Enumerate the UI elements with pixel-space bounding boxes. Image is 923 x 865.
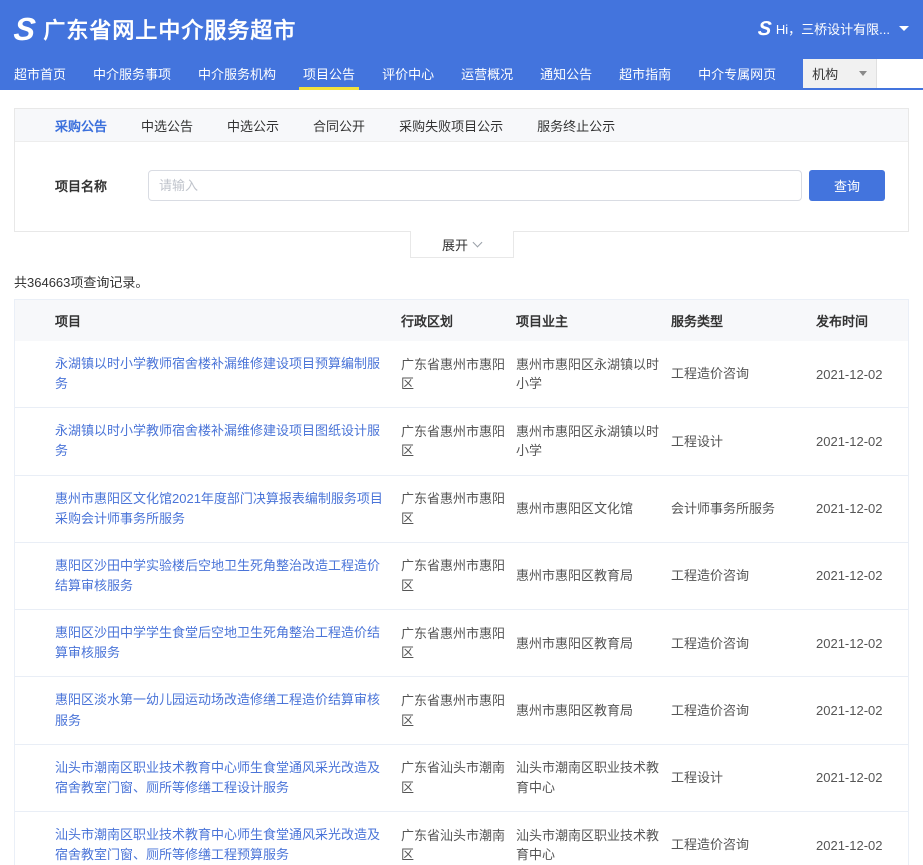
top-header: S 广东省网上中介服务超市 S Hi，三桥设计有限... [0,0,923,57]
search-filter: 项目名称 查询 [15,142,908,231]
chevron-down-icon [899,26,909,31]
nav-item-guide[interactable]: 超市指南 [619,57,671,90]
type-cell: 工程设计 [671,432,816,452]
region-cell: 广东省惠州市惠阳区 [401,355,516,394]
type-cell: 工程造价咨询 [671,364,816,384]
region-cell: 广东省汕头市潮南区 [401,758,516,797]
nav-items: 超市首页 中介服务事项 中介服务机构 项目公告 评价中心 运营概况 通知公告 超… [14,57,803,90]
table-row: 惠州市惠阳区文化馆2021年度部门决算报表编制服务项目采购会计师事务所服务 广东… [15,475,908,542]
expand-wrap: 展开 [0,232,923,258]
project-link[interactable]: 汕头市潮南区职业技术教育中心师生食堂通风采光改造及宿舍教室门窗、厕所等修缮工程预… [55,827,380,862]
owner-cell: 惠州市惠阳区教育局 [516,634,671,654]
date-cell: 2021-12-02 [816,434,908,449]
date-cell: 2021-12-02 [816,703,908,718]
type-cell: 工程造价咨询 [671,835,816,855]
site-logo-icon: S [12,13,35,45]
chevron-down-icon [473,238,483,248]
nav-item-notices[interactable]: 通知公告 [540,57,592,90]
chevron-down-icon [859,71,867,76]
owner-cell: 惠州市惠阳区文化馆 [516,499,671,519]
region-cell: 广东省惠州市惠阳区 [401,422,516,461]
expand-button[interactable]: 展开 [410,231,514,258]
table-row: 永湖镇以时小学教师宿舍楼补漏维修建设项目图纸设计服务 广东省惠州市惠阳区 惠州市… [15,407,908,474]
search-category-label: 机构 [812,64,838,83]
project-link[interactable]: 惠阳区沙田中学实验楼后空地卫生死角整治改造工程造价结算审核服务 [55,558,380,593]
type-cell: 会计师事务所服务 [671,499,816,519]
owner-cell: 惠州市惠阳区永湖镇以时小学 [516,422,671,461]
owner-cell: 惠州市惠阳区教育局 [516,701,671,721]
search-category-select[interactable]: 机构 [803,59,877,88]
announcement-tabs: 采购公告 中选公告 中选公示 合同公开 采购失败项目公示 服务终止公示 [15,109,908,142]
project-name-input[interactable] [148,170,802,201]
table-row: 惠阳区沙田中学学生食堂后空地卫生死角整治工程造价结算审核服务 广东省惠州市惠阳区… [15,609,908,676]
tab-selection-publicity[interactable]: 中选公示 [227,116,279,135]
nav-search: 机构 [803,59,923,88]
project-link[interactable]: 永湖镇以时小学教师宿舍楼补漏维修建设项目预算编制服务 [55,356,380,391]
owner-cell: 惠州市惠阳区永湖镇以时小学 [516,355,671,394]
expand-label: 展开 [442,235,468,254]
project-link[interactable]: 永湖镇以时小学教师宿舍楼补漏维修建设项目图纸设计服务 [55,423,380,458]
region-cell: 广东省惠州市惠阳区 [401,556,516,595]
date-cell: 2021-12-02 [816,770,908,785]
nav-item-project-announcements[interactable]: 项目公告 [303,57,355,90]
table-row: 永湖镇以时小学教师宿舍楼补漏维修建设项目预算编制服务 广东省惠州市惠阳区 惠州市… [15,341,908,407]
nav-item-operation-overview[interactable]: 运营概况 [461,57,513,90]
announcement-panel: 采购公告 中选公告 中选公示 合同公开 采购失败项目公示 服务终止公示 项目名称… [14,108,909,232]
project-link[interactable]: 汕头市潮南区职业技术教育中心师生食堂通风采光改造及宿舍教室门窗、厕所等修缮工程设… [55,760,380,795]
date-cell: 2021-12-02 [816,636,908,651]
col-header-region: 行政区划 [401,311,516,330]
main-nav: 超市首页 中介服务事项 中介服务机构 项目公告 评价中心 运营概况 通知公告 超… [0,57,923,90]
type-cell: 工程造价咨询 [671,634,816,654]
nav-item-service-matters[interactable]: 中介服务事项 [93,57,171,90]
region-cell: 广东省惠州市惠阳区 [401,691,516,730]
region-cell: 广东省汕头市潮南区 [401,826,516,865]
project-link[interactable]: 惠阳区沙田中学学生食堂后空地卫生死角整治工程造价结算审核服务 [55,625,380,660]
owner-cell: 惠州市惠阳区教育局 [516,566,671,586]
region-cell: 广东省惠州市惠阳区 [401,624,516,663]
results-summary: 共364663项查询记录。 [14,272,923,291]
project-link[interactable]: 惠州市惠阳区文化馆2021年度部门决算报表编制服务项目采购会计师事务所服务 [55,491,383,526]
nav-item-home[interactable]: 超市首页 [14,57,66,90]
user-menu[interactable]: S Hi，三桥设计有限... [758,19,909,39]
date-cell: 2021-12-02 [816,501,908,516]
date-cell: 2021-12-02 [816,838,908,853]
type-cell: 工程造价咨询 [671,701,816,721]
nav-item-service-agencies[interactable]: 中介服务机构 [198,57,276,90]
tab-contract-disclosure[interactable]: 合同公开 [313,116,365,135]
project-link[interactable]: 惠阳区淡水第一幼儿园运动场改造修缮工程造价结算审核服务 [55,692,380,727]
tab-failed-procurement[interactable]: 采购失败项目公示 [399,116,503,135]
table-row: 惠阳区淡水第一幼儿园运动场改造修缮工程造价结算审核服务 广东省惠州市惠阳区 惠州… [15,676,908,743]
tab-service-termination[interactable]: 服务终止公示 [537,116,615,135]
tab-selection-announcement[interactable]: 中选公告 [141,116,193,135]
query-button[interactable]: 查询 [809,170,885,201]
nav-item-agency-page[interactable]: 中介专属网页 [698,57,776,90]
table-header-row: 项目 行政区划 项目业主 服务类型 发布时间 [15,300,908,341]
user-logo-icon: S [756,19,769,39]
user-greeting: Hi，三桥设计有限... [776,19,890,38]
table-row: 汕头市潮南区职业技术教育中心师生食堂通风采光改造及宿舍教室门窗、厕所等修缮工程预… [15,811,908,865]
date-cell: 2021-12-02 [816,568,908,583]
owner-cell: 汕头市潮南区职业技术教育中心 [516,826,671,865]
date-cell: 2021-12-02 [816,367,908,382]
col-header-project: 项目 [15,311,401,330]
col-header-type: 服务类型 [671,311,816,330]
type-cell: 工程设计 [671,768,816,788]
table-row: 汕头市潮南区职业技术教育中心师生食堂通风采光改造及宿舍教室门窗、厕所等修缮工程设… [15,744,908,811]
results-table: 项目 行政区划 项目业主 服务类型 发布时间 永湖镇以时小学教师宿舍楼补漏维修建… [14,299,909,865]
col-header-owner: 项目业主 [516,311,671,330]
nav-item-evaluation-center[interactable]: 评价中心 [382,57,434,90]
table-row: 惠阳区沙田中学实验楼后空地卫生死角整治改造工程造价结算审核服务 广东省惠州市惠阳… [15,542,908,609]
tab-procurement-announcement[interactable]: 采购公告 [55,116,107,135]
nav-search-input[interactable] [877,59,923,88]
site-title: 广东省网上中介服务超市 [43,13,296,45]
col-header-date: 发布时间 [816,311,908,330]
region-cell: 广东省惠州市惠阳区 [401,489,516,528]
project-name-label: 项目名称 [55,176,125,195]
type-cell: 工程造价咨询 [671,566,816,586]
owner-cell: 汕头市潮南区职业技术教育中心 [516,758,671,797]
